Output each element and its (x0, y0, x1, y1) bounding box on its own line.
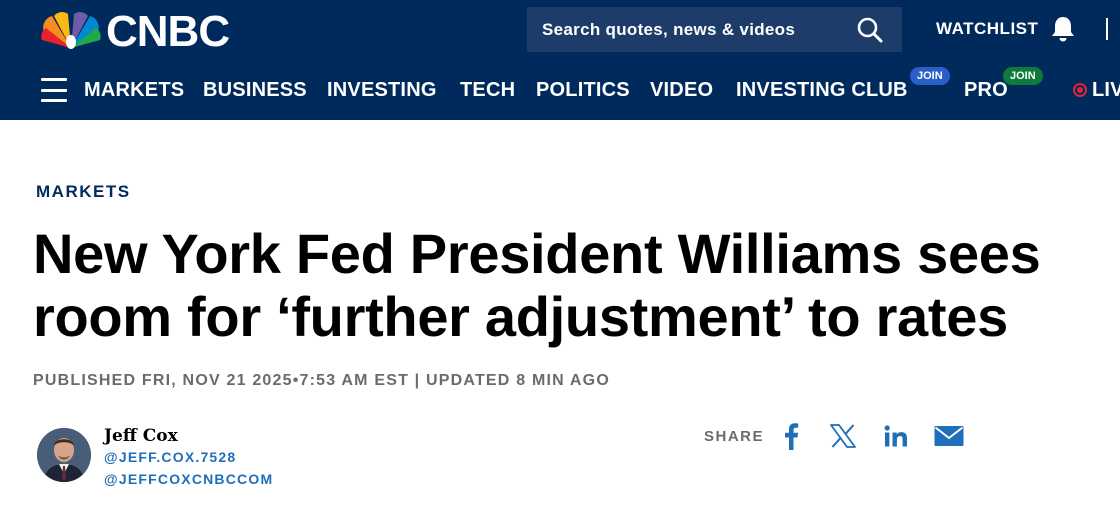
watchlist-label: WATCHLIST (936, 19, 1039, 38)
author-avatar[interactable] (37, 428, 91, 482)
search-input[interactable]: Search quotes, news & videos (542, 20, 850, 40)
article-headline: New York Fed President Williams sees roo… (33, 222, 1041, 348)
investing-club-join-badge[interactable]: JOIN (910, 67, 950, 85)
share-label: SHARE (704, 428, 765, 445)
facebook-icon[interactable] (780, 421, 802, 451)
watchlist-button[interactable]: WATCHLIST (936, 13, 1078, 45)
site-header: CNBC Search quotes, news & videos WATCHL… (0, 0, 1120, 120)
author-handle-twitter[interactable]: @JEFFCOXCNBCCOM (104, 471, 273, 487)
linkedin-icon[interactable] (884, 421, 908, 451)
peacock-logo-icon (41, 12, 101, 49)
email-icon[interactable] (933, 421, 965, 451)
nav-investing[interactable]: INVESTING (327, 78, 437, 102)
cnbc-logo[interactable]: CNBC (40, 7, 230, 56)
pro-join-badge[interactable]: JOIN (1003, 67, 1043, 85)
nav-politics[interactable]: POLITICS (536, 78, 630, 102)
live-icon (1073, 83, 1087, 97)
x-icon[interactable] (829, 421, 857, 451)
article-timestamp: PUBLISHED FRI, NOV 21 2025•7:53 AM EST |… (33, 372, 610, 389)
author-name[interactable]: Jeff Cox (104, 426, 178, 446)
nav-video[interactable]: VIDEO (650, 78, 713, 102)
nav-markets[interactable]: MARKETS (84, 78, 184, 102)
article-section-label[interactable]: MARKETS (36, 182, 131, 202)
author-handle-facebook[interactable]: @JEFF.COX.7528 (104, 449, 236, 465)
search-box[interactable]: Search quotes, news & videos (527, 7, 902, 52)
nav-investing-club[interactable]: INVESTING CLUB (736, 78, 908, 102)
nav-live[interactable]: LIV (1092, 78, 1120, 102)
nav-tech[interactable]: TECH (460, 78, 515, 102)
bell-icon (1048, 14, 1078, 44)
hamburger-menu-icon[interactable] (41, 78, 67, 102)
search-icon[interactable] (850, 10, 890, 50)
header-divider (1106, 18, 1108, 40)
nav-business[interactable]: BUSINESS (203, 78, 307, 102)
logo-wordmark: CNBC (106, 7, 230, 56)
nav-pro[interactable]: PRO (964, 78, 1008, 102)
